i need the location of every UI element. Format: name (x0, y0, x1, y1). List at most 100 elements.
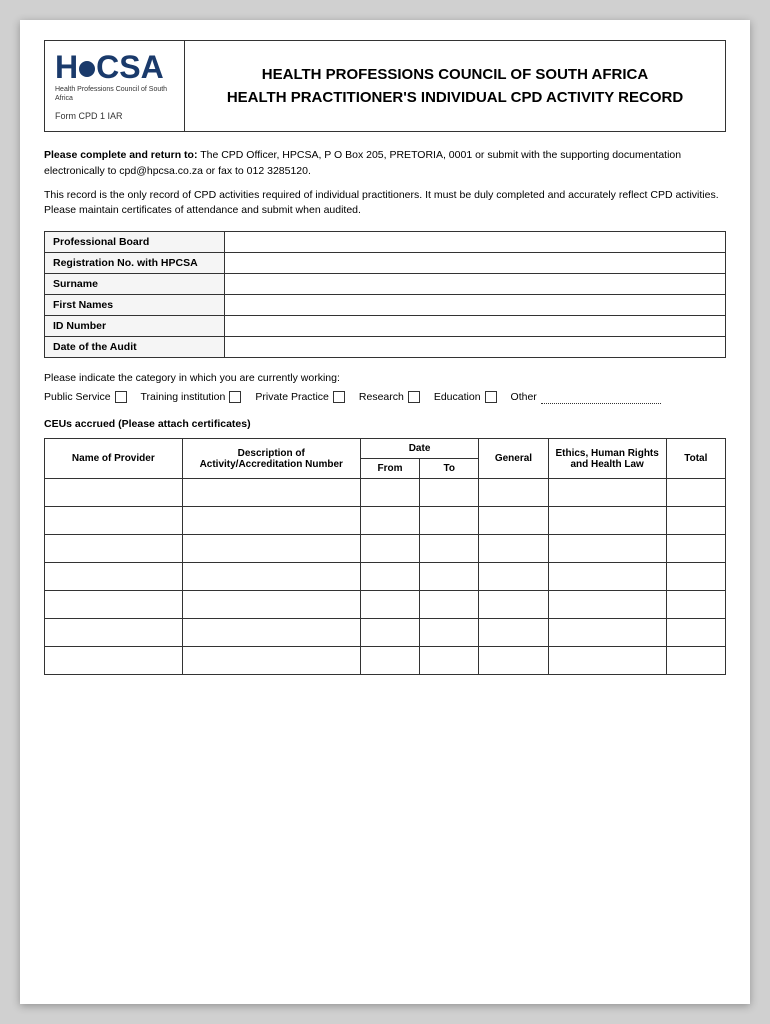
activity-ethics-4[interactable] (548, 591, 666, 619)
reg-row-5: Date of the Audit (45, 337, 726, 358)
training-label: Training institution (141, 391, 226, 403)
activity-from-3[interactable] (360, 563, 419, 591)
activity-general-2[interactable] (479, 535, 548, 563)
reg-row-4: ID Number (45, 316, 726, 337)
activity-desc-1[interactable] (182, 507, 360, 535)
activity-desc-5[interactable] (182, 619, 360, 647)
body-instruction: This record is the only record of CPD ac… (44, 188, 726, 220)
activity-from-2[interactable] (360, 535, 419, 563)
reg-value-3[interactable] (225, 295, 726, 316)
activity-general-0[interactable] (479, 479, 548, 507)
registration-table: Professional BoardRegistration No. with … (44, 231, 726, 358)
activity-from-5[interactable] (360, 619, 419, 647)
activity-provider-4[interactable] (45, 591, 183, 619)
activity-general-5[interactable] (479, 619, 548, 647)
header-title: HEALTH PROFESSIONS COUNCIL OF SOUTH AFRI… (185, 41, 725, 131)
reg-value-4[interactable] (225, 316, 726, 337)
activity-total-0[interactable] (666, 479, 725, 507)
activity-total-1[interactable] (666, 507, 725, 535)
category-training: Training institution (141, 391, 242, 403)
public-service-label: Public Service (44, 391, 111, 403)
activity-provider-0[interactable] (45, 479, 183, 507)
category-education: Education (434, 391, 497, 403)
reg-value-0[interactable] (225, 232, 726, 253)
logo-subtitle: Health Professions Council of South Afri… (55, 85, 174, 103)
activity-desc-4[interactable] (182, 591, 360, 619)
activity-to-0[interactable] (420, 479, 479, 507)
reg-row-2: Surname (45, 274, 726, 295)
activity-provider-2[interactable] (45, 535, 183, 563)
category-other: Other (511, 390, 661, 404)
education-checkbox[interactable] (485, 391, 497, 403)
private-checkbox[interactable] (333, 391, 345, 403)
activity-to-6[interactable] (420, 647, 479, 675)
activity-general-4[interactable] (479, 591, 548, 619)
col-to-header: To (420, 459, 479, 479)
activity-ethics-1[interactable] (548, 507, 666, 535)
activity-general-3[interactable] (479, 563, 548, 591)
ceus-note: (Please attach certificates) (118, 418, 250, 430)
activity-from-6[interactable] (360, 647, 419, 675)
activity-desc-6[interactable] (182, 647, 360, 675)
reg-value-1[interactable] (225, 253, 726, 274)
education-label: Education (434, 391, 481, 403)
col-ethics-header: Ethics, Human Rights and Health Law (548, 439, 666, 479)
col-general-header: General (479, 439, 548, 479)
activity-ethics-3[interactable] (548, 563, 666, 591)
header-logo: H CSA Health Professions Council of Sout… (45, 41, 185, 131)
activity-from-1[interactable] (360, 507, 419, 535)
logo-box: H CSA Health Professions Council of Sout… (55, 51, 174, 103)
activity-row-6 (45, 647, 726, 675)
activity-from-4[interactable] (360, 591, 419, 619)
activity-general-6[interactable] (479, 647, 548, 675)
activity-total-4[interactable] (666, 591, 725, 619)
reg-value-5[interactable] (225, 337, 726, 358)
activity-total-6[interactable] (666, 647, 725, 675)
activity-total-2[interactable] (666, 535, 725, 563)
activity-to-3[interactable] (420, 563, 479, 591)
reg-label-2: Surname (45, 274, 225, 295)
reg-label-3: First Names (45, 295, 225, 316)
activity-total-5[interactable] (666, 619, 725, 647)
activity-desc-3[interactable] (182, 563, 360, 591)
reg-label-4: ID Number (45, 316, 225, 337)
ceus-main-label: CEUs accrued (44, 418, 115, 430)
reg-row-1: Registration No. with HPCSA (45, 253, 726, 274)
other-label: Other (511, 391, 537, 403)
activity-ethics-2[interactable] (548, 535, 666, 563)
activity-to-1[interactable] (420, 507, 479, 535)
activity-ethics-5[interactable] (548, 619, 666, 647)
activity-to-2[interactable] (420, 535, 479, 563)
activity-to-5[interactable] (420, 619, 479, 647)
activity-from-0[interactable] (360, 479, 419, 507)
activity-ethics-0[interactable] (548, 479, 666, 507)
activity-provider-1[interactable] (45, 507, 183, 535)
activity-total-3[interactable] (666, 563, 725, 591)
category-research: Research (359, 391, 420, 403)
activity-provider-6[interactable] (45, 647, 183, 675)
col-from-header: From (360, 459, 419, 479)
return-label: Please complete and return to: (44, 149, 197, 161)
research-label: Research (359, 391, 404, 403)
category-instruction: Please indicate the category in which yo… (44, 372, 726, 384)
reg-label-1: Registration No. with HPCSA (45, 253, 225, 274)
public-service-checkbox[interactable] (115, 391, 127, 403)
reg-label-5: Date of the Audit (45, 337, 225, 358)
activity-row-1 (45, 507, 726, 535)
activity-row-2 (45, 535, 726, 563)
research-checkbox[interactable] (408, 391, 420, 403)
activity-header-row-1: Name of Provider Description of Activity… (45, 439, 726, 459)
reg-row-0: Professional Board (45, 232, 726, 253)
activity-provider-3[interactable] (45, 563, 183, 591)
activity-general-1[interactable] (479, 507, 548, 535)
reg-value-2[interactable] (225, 274, 726, 295)
category-public-service: Public Service (44, 391, 127, 403)
training-checkbox[interactable] (229, 391, 241, 403)
activity-to-4[interactable] (420, 591, 479, 619)
header: H CSA Health Professions Council of Sout… (44, 40, 726, 132)
activity-ethics-6[interactable] (548, 647, 666, 675)
activity-desc-2[interactable] (182, 535, 360, 563)
activity-desc-0[interactable] (182, 479, 360, 507)
activity-provider-5[interactable] (45, 619, 183, 647)
activity-table: Name of Provider Description of Activity… (44, 438, 726, 675)
